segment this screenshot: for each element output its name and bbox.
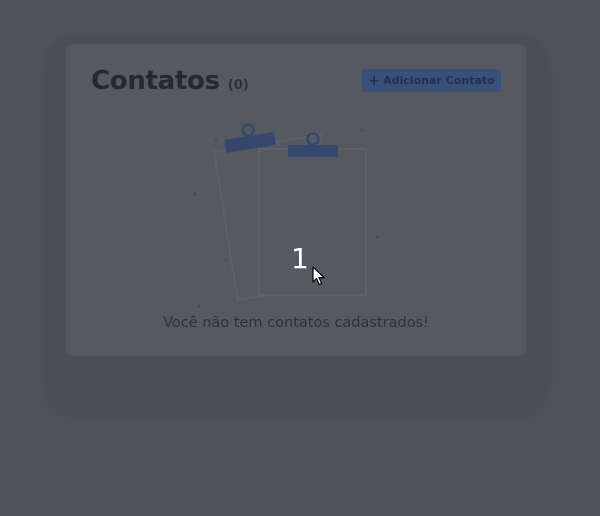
contacts-card: Contatos (0) + Adicionar Contato Você nã… bbox=[66, 44, 526, 356]
add-contact-label: Adicionar Contato bbox=[383, 74, 495, 87]
empty-state-message: Você não tem contatos cadastrados! bbox=[163, 315, 429, 331]
add-contact-button[interactable]: + Adicionar Contato bbox=[362, 69, 501, 92]
page-header: Contatos (0) bbox=[91, 66, 249, 96]
contacts-count: (0) bbox=[227, 78, 249, 93]
mouse-cursor-icon bbox=[312, 266, 325, 286]
decorative-dots bbox=[193, 128, 398, 308]
page-title: Contatos bbox=[91, 66, 220, 96]
overlay-countdown: 1 bbox=[291, 242, 309, 275]
plus-icon: + bbox=[368, 72, 381, 89]
